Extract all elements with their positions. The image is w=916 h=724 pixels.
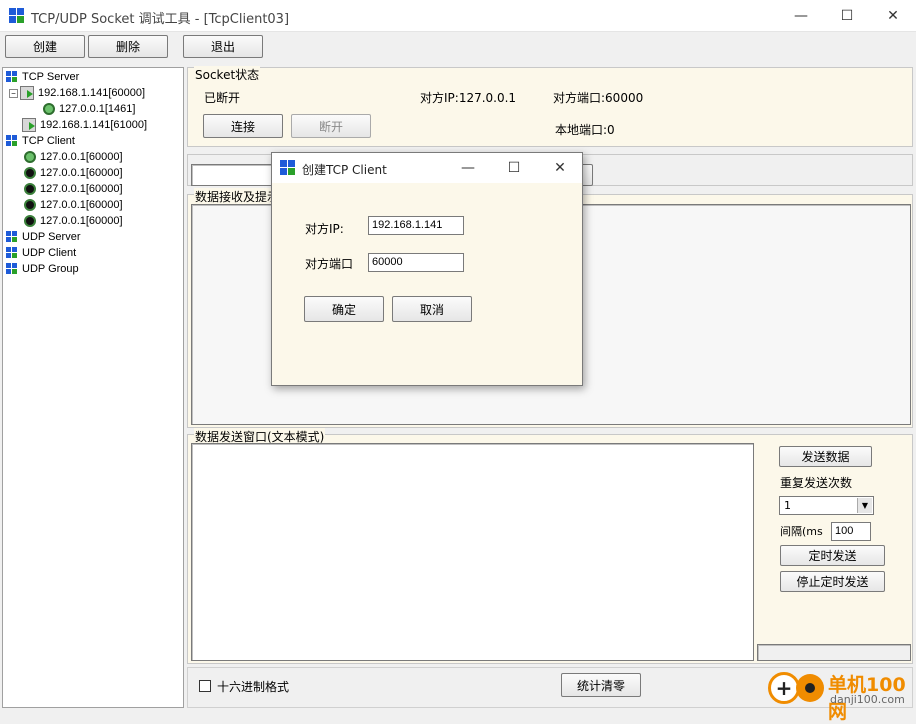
- connection-icon: [24, 151, 36, 163]
- dialog-ip-input[interactable]: 192.168.1.141: [368, 216, 464, 235]
- receive-title: 数据接收及提示: [194, 188, 281, 205]
- dialog-close-button[interactable]: ✕: [537, 153, 583, 183]
- dialog-cancel-button[interactable]: 取消: [392, 296, 472, 322]
- dialog-ip-label: 对方IP:: [305, 222, 344, 236]
- tree-node-tcp-client[interactable]: TCP Client: [6, 133, 75, 149]
- tree-label: 127.0.0.1[60000]: [40, 167, 123, 179]
- connection-icon: [24, 167, 36, 179]
- tree-node-client[interactable]: 127.0.0.1[60000]: [24, 149, 123, 165]
- connection-icon: [24, 183, 36, 195]
- interval-input[interactable]: 100: [831, 522, 871, 541]
- tree-node-client[interactable]: 127.0.0.1[60000]: [24, 181, 123, 197]
- remote-port-readout: 对方端口:60000: [553, 91, 644, 105]
- tree-label: 127.0.0.1[60000]: [40, 183, 123, 195]
- strip-input[interactable]: [191, 164, 281, 186]
- tree-node-server-1[interactable]: − 192.168.1.141[60000]: [9, 85, 145, 101]
- status-box: [757, 644, 911, 661]
- tree-label: 192.168.1.141[60000]: [38, 87, 146, 99]
- connection-tree[interactable]: TCP Server − 192.168.1.141[60000] 127.0.…: [2, 67, 184, 708]
- connection-state: 已断开: [204, 91, 241, 105]
- dialog-maximize-button[interactable]: ☐: [491, 153, 537, 183]
- connection-icon: [24, 199, 36, 211]
- dialog-ok-button[interactable]: 确定: [304, 296, 384, 322]
- hex-format-label: 十六进制格式: [217, 680, 290, 694]
- udp-server-icon: [6, 231, 18, 243]
- tree-label: TCP Server: [22, 71, 80, 83]
- server-icon: [22, 118, 36, 132]
- minimize-icon: —: [461, 160, 475, 176]
- repeat-count-label: 重复发送次数: [780, 476, 853, 490]
- reset-stats-button[interactable]: 统计清零: [561, 673, 641, 697]
- tree-node-tcp-server[interactable]: TCP Server: [6, 69, 79, 85]
- udp-client-icon: [6, 247, 18, 259]
- tcp-client-icon: [6, 135, 18, 147]
- dialog-title: 创建TCP Client: [302, 163, 387, 177]
- dialog-app-icon: [280, 160, 296, 176]
- socket-status-title: Socket状态: [194, 66, 261, 83]
- create-tcp-client-dialog: 创建TCP Client — ☐ ✕ 对方IP: 192.168.1.141 对…: [271, 152, 583, 386]
- tree-node-client[interactable]: 127.0.0.1[60000]: [24, 213, 123, 229]
- disconnect-button[interactable]: 断开: [291, 114, 371, 138]
- dialog-port-input[interactable]: 60000: [368, 253, 464, 272]
- maximize-icon: ☐: [507, 160, 521, 176]
- title-bar: TCP/UDP Socket 调试工具 - [TcpClient03] — ☐ …: [0, 0, 916, 32]
- toolbar: 创建 删除 退出: [0, 32, 916, 66]
- hex-format-checkbox[interactable]: [199, 680, 211, 692]
- watermark-logo: + 单机100网 danji100.com: [768, 668, 916, 723]
- tree-node-udp-client[interactable]: UDP Client: [6, 245, 76, 261]
- tree-label: UDP Group: [22, 263, 79, 275]
- tree-label: TCP Client: [22, 135, 75, 147]
- maximize-button[interactable]: ☐: [824, 0, 870, 31]
- tree-label: 192.168.1.141[61000]: [40, 119, 148, 131]
- send-data-button[interactable]: 发送数据: [779, 446, 872, 467]
- server-icon: [20, 86, 34, 100]
- tree-node-server-2[interactable]: 192.168.1.141[61000]: [22, 117, 147, 133]
- minimize-button[interactable]: —: [778, 0, 824, 31]
- remote-ip-readout: 对方IP:127.0.0.1: [420, 91, 517, 105]
- window-title: TCP/UDP Socket 调试工具 - [TcpClient03]: [31, 12, 290, 27]
- tree-label: UDP Client: [22, 247, 77, 259]
- tree-node-client[interactable]: 127.0.0.1[60000]: [24, 197, 123, 213]
- watermark-url: danji100.com: [830, 693, 905, 706]
- dialog-port-label: 对方端口: [305, 257, 354, 271]
- tree-label: 127.0.0.1[60000]: [40, 199, 123, 211]
- chevron-down-icon[interactable]: ▼: [857, 498, 872, 513]
- local-port-readout: 本地端口:0: [555, 123, 615, 137]
- repeat-count-select[interactable]: 1 ▼: [779, 496, 874, 515]
- stop-timed-send-button[interactable]: 停止定时发送: [780, 571, 885, 592]
- minimize-icon: —: [794, 7, 808, 24]
- connection-icon: [43, 103, 55, 115]
- tree-node-udp-group[interactable]: UDP Group: [6, 261, 79, 277]
- timed-send-button[interactable]: 定时发送: [780, 545, 885, 566]
- dialog-minimize-button[interactable]: —: [445, 153, 491, 183]
- maximize-icon: ☐: [840, 7, 854, 24]
- repeat-count-value: 1: [784, 499, 791, 512]
- close-button[interactable]: ✕: [870, 0, 916, 31]
- connection-icon: [24, 215, 36, 227]
- connect-button[interactable]: 连接: [203, 114, 283, 138]
- create-button[interactable]: 创建: [5, 35, 85, 58]
- delete-button[interactable]: 删除: [88, 35, 168, 58]
- tree-label: UDP Server: [22, 231, 81, 243]
- exit-button[interactable]: 退出: [183, 35, 263, 58]
- collapse-icon[interactable]: −: [9, 88, 18, 98]
- tree-node-udp-server[interactable]: UDP Server: [6, 229, 80, 245]
- tree-label: 127.0.0.1[60000]: [40, 215, 123, 227]
- udp-group-icon: [6, 263, 18, 275]
- watermark-dot-icon: [796, 674, 824, 702]
- send-textarea[interactable]: [191, 443, 754, 661]
- tcp-server-icon: [6, 71, 18, 83]
- app-icon: [9, 8, 25, 24]
- interval-label: 间隔(ms: [780, 525, 823, 538]
- dialog-title-bar: 创建TCP Client — ☐ ✕: [272, 153, 582, 183]
- close-icon: ✕: [887, 7, 899, 24]
- tree-label: 127.0.0.1[1461]: [59, 103, 136, 115]
- tree-node-client[interactable]: 127.0.0.1[60000]: [24, 165, 123, 181]
- tree-node-server-1-child[interactable]: 127.0.0.1[1461]: [43, 101, 135, 117]
- tree-label: 127.0.0.1[60000]: [40, 151, 123, 163]
- close-icon: ✕: [554, 160, 566, 176]
